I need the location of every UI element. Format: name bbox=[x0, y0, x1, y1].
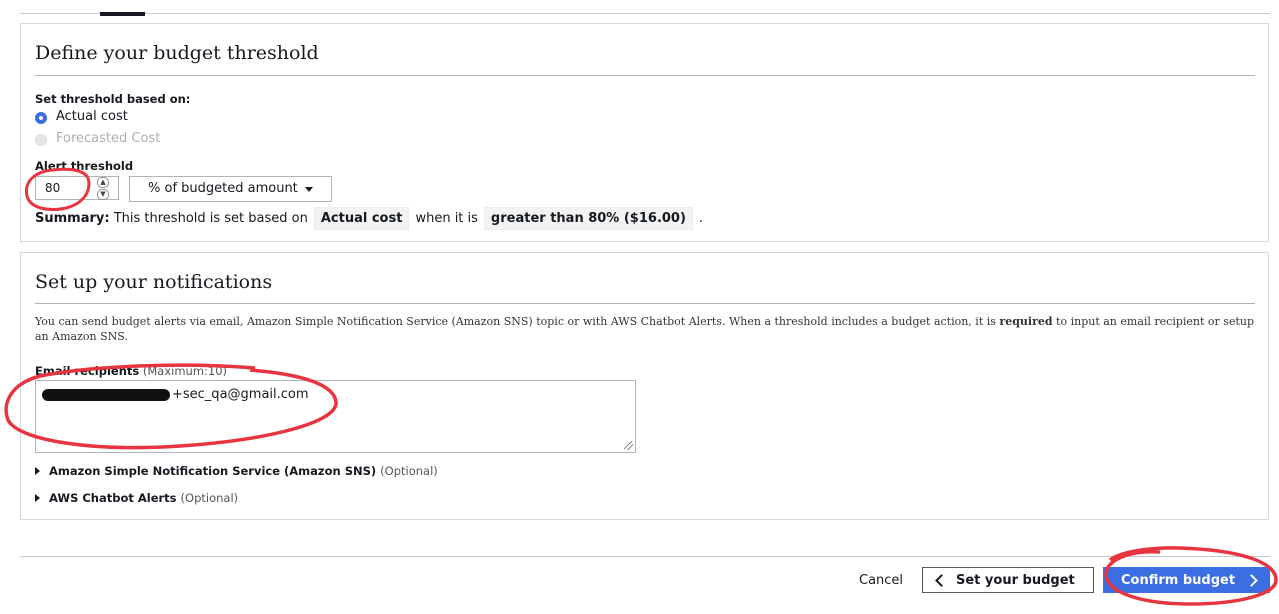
actual-cost-label[interactable]: Actual cost bbox=[56, 109, 128, 124]
caret-right-icon bbox=[35, 467, 40, 475]
alert-threshold-stepper[interactable]: ▲ ▼ bbox=[97, 177, 109, 200]
threshold-title-divider bbox=[35, 75, 1255, 76]
email-recipients-field[interactable]: +sec_qa@gmail.com bbox=[35, 380, 636, 453]
redacted-text bbox=[42, 388, 170, 401]
summary-label: Summary: bbox=[35, 211, 110, 226]
summary-text-1: This threshold is set based on bbox=[113, 211, 308, 226]
notifications-title-divider bbox=[35, 303, 1255, 304]
summary-basis: Actual cost bbox=[313, 207, 410, 230]
sns-optional: (Optional) bbox=[380, 464, 438, 478]
chevron-right-icon bbox=[1245, 573, 1258, 587]
summary-condition: greater than 80% ($16.00) bbox=[483, 207, 693, 230]
chevron-left-icon bbox=[935, 573, 948, 587]
alert-threshold-value: 80 bbox=[45, 181, 61, 195]
email-value: +sec_qa@gmail.com bbox=[172, 387, 309, 402]
alert-threshold-label: Alert threshold bbox=[35, 159, 134, 173]
tab-divider bbox=[20, 13, 1270, 14]
resize-handle-icon[interactable] bbox=[624, 441, 633, 450]
footer-divider bbox=[20, 556, 1270, 557]
threshold-title: Define your budget threshold bbox=[35, 42, 319, 64]
actual-cost-radio[interactable] bbox=[35, 112, 47, 124]
increment-icon[interactable]: ▲ bbox=[97, 177, 109, 188]
email-hint: (Maximum:10) bbox=[142, 364, 228, 378]
confirm-budget-button[interactable]: Confirm budget bbox=[1103, 567, 1270, 593]
email-label-text: Email recipients bbox=[35, 364, 140, 378]
chatbot-label: AWS Chatbot Alerts bbox=[49, 491, 177, 505]
active-tab-indicator bbox=[100, 12, 145, 16]
notifications-description: You can send budget alerts via email, Am… bbox=[35, 314, 1255, 344]
chatbot-expander[interactable]: AWS Chatbot Alerts (Optional) bbox=[35, 491, 238, 505]
description-required: required bbox=[999, 315, 1053, 328]
caret-down-icon bbox=[305, 187, 313, 192]
threshold-unit-value: % of budgeted amount bbox=[148, 181, 298, 196]
threshold-panel: Define your budget threshold Set thresho… bbox=[20, 23, 1269, 242]
back-button[interactable]: Set your budget bbox=[922, 567, 1094, 593]
forecasted-cost-radio bbox=[35, 134, 47, 146]
threshold-unit-select[interactable]: % of budgeted amount bbox=[129, 176, 332, 202]
sns-label: Amazon Simple Notification Service (Amaz… bbox=[49, 464, 377, 478]
notifications-title: Set up your notifications bbox=[35, 271, 273, 293]
chatbot-optional: (Optional) bbox=[180, 491, 239, 505]
email-recipients-label: Email recipients (Maximum:10) bbox=[35, 364, 227, 378]
back-button-label: Set your budget bbox=[956, 572, 1075, 588]
description-text: You can send budget alerts via email, Am… bbox=[35, 315, 1000, 328]
sns-expander[interactable]: Amazon Simple Notification Service (Amaz… bbox=[35, 464, 438, 478]
caret-right-icon bbox=[35, 494, 40, 502]
decrement-icon[interactable]: ▼ bbox=[97, 189, 109, 200]
confirm-button-label: Confirm budget bbox=[1121, 572, 1236, 588]
summary-suffix: . bbox=[698, 211, 704, 226]
based-on-label: Set threshold based on: bbox=[35, 92, 191, 106]
summary-text-2: when it is bbox=[415, 211, 478, 226]
notifications-panel: Set up your notifications You can send b… bbox=[20, 252, 1269, 520]
cancel-button[interactable]: Cancel bbox=[859, 573, 903, 588]
forecasted-cost-label: Forecasted Cost bbox=[56, 131, 161, 146]
threshold-summary: Summary: This threshold is set based on … bbox=[35, 207, 703, 230]
